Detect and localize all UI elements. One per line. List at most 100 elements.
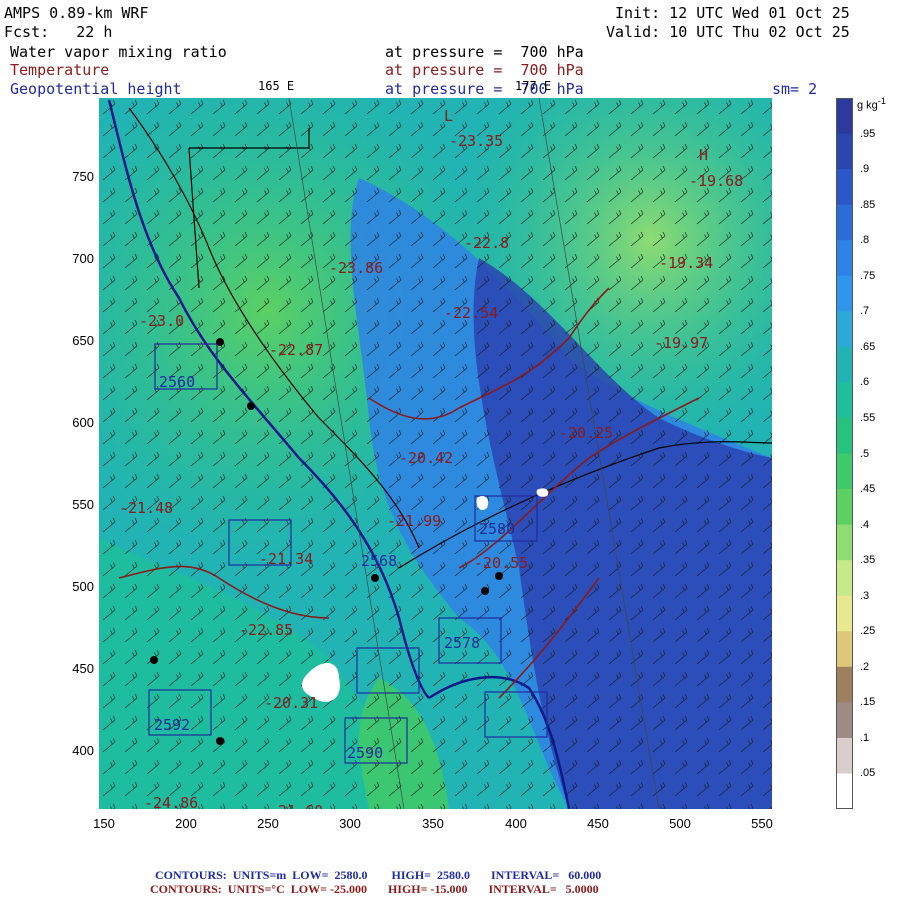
x-tick-label: 450	[587, 816, 609, 831]
y-tick-label: 650	[72, 333, 94, 348]
map-contour-label: -21.99	[387, 512, 441, 530]
map-contour-label: -19.34	[659, 254, 713, 272]
colorbar-segment	[836, 382, 853, 419]
colorbar-segment	[836, 133, 853, 170]
map-contour-label: -23.35	[449, 132, 503, 150]
colorbar-segment	[836, 773, 853, 809]
x-tick-label: 500	[669, 816, 691, 831]
map-contour-label: -22.87	[269, 341, 323, 359]
map-contour-label: -23.0	[139, 312, 184, 330]
colorbar-label: .95	[860, 127, 876, 140]
station-dot	[247, 402, 255, 410]
x-tick-label: 250	[257, 816, 279, 831]
colorbar-segment	[836, 631, 853, 668]
map-contour-label: -22.8	[464, 234, 509, 252]
colorbar-label: .35	[860, 554, 876, 567]
lon-label-177: 177 E	[515, 79, 552, 93]
colorbar-segment	[836, 453, 853, 490]
map-contour-label: 2568	[361, 552, 397, 570]
forecast-hour: Fcst: 22 h	[4, 23, 113, 41]
smoothing-label: sm= 2	[772, 80, 818, 98]
map-contour-label: 2592	[154, 716, 190, 734]
field-temperature-name: Temperature	[10, 61, 110, 79]
map-contour-label: -21.34	[259, 550, 313, 568]
map-contour-label: -19.68	[689, 172, 743, 190]
colorbar-label: .55	[860, 411, 876, 424]
colorbar-segment	[836, 169, 853, 206]
map-contour-label: 2560	[159, 373, 195, 391]
colorbar-segment	[836, 417, 853, 454]
footer-temperature-contours: CONTOURS: UNITS=°C LOW= -25.000 HIGH= -1…	[150, 882, 599, 896]
map-contour-label: -20.42	[399, 449, 453, 467]
field-height-pressure: at pressure = 700 hPa	[385, 80, 584, 98]
y-tick-label: 550	[72, 497, 94, 512]
map-contour-label: 2580	[479, 520, 515, 538]
colorbar-label: .7	[860, 305, 870, 318]
footer-height-contours: CONTOURS: UNITS=m LOW= 2580.0 HIGH= 2580…	[155, 868, 602, 882]
colorbar-label: .3	[860, 589, 870, 602]
colorbar-label: .15	[860, 696, 876, 709]
station-dot	[495, 572, 503, 580]
nodata-patch-2	[476, 496, 489, 510]
map-contour-label: 2590	[347, 744, 383, 762]
map-contour-label: L	[444, 107, 453, 125]
colorbar-segment	[836, 560, 853, 597]
map-contour-label: -22.85	[239, 621, 293, 639]
map-contour-label: H	[699, 146, 708, 164]
station-dot	[150, 656, 158, 664]
x-tick-label: 350	[422, 816, 444, 831]
colorbar-segment	[836, 489, 853, 526]
station-dot	[371, 574, 379, 582]
colorbar	[836, 98, 853, 809]
colorbar-label: .1	[860, 731, 870, 744]
y-tick-label: 450	[72, 661, 94, 676]
colorbar-segment	[836, 666, 853, 703]
y-tick-label: 600	[72, 415, 94, 430]
field-moisture-pressure: at pressure = 700 hPa	[385, 43, 584, 61]
station-dot	[216, 737, 224, 745]
colorbar-label: .6	[860, 376, 870, 389]
map-contour-label: -20.25	[559, 424, 613, 442]
colorbar-label: .65	[860, 340, 876, 353]
valid-time: Valid: 10 UTC Thu 02 Oct 25	[606, 23, 850, 41]
colorbar-segment	[836, 595, 853, 632]
map-contour-label: -21.60	[269, 802, 323, 809]
colorbar-label: .75	[860, 269, 876, 282]
field-height-name: Geopotential height	[10, 80, 182, 98]
colorbar-label: .05	[860, 767, 876, 780]
colorbar-label: .9	[860, 163, 870, 176]
map-contour-label: -24.86	[144, 794, 198, 809]
x-tick-label: 300	[339, 816, 361, 831]
map-contour-label: -20.31	[264, 694, 318, 712]
map-contour-label: -20.55	[474, 554, 528, 572]
x-tick-label: 150	[93, 816, 115, 831]
colorbar-segment	[836, 275, 853, 312]
y-tick-label: 500	[72, 579, 94, 594]
y-tick-label: 700	[72, 251, 94, 266]
colorbar-segment	[836, 737, 853, 774]
station-dot	[216, 338, 224, 346]
colorbar-units-text: g kg	[857, 99, 878, 112]
colorbar-label: .8	[860, 234, 870, 247]
colorbar-label: .45	[860, 483, 876, 496]
colorbar-label: .85	[860, 198, 876, 211]
colorbar-segment	[836, 98, 853, 135]
map-contour-label: -19.97	[654, 334, 708, 352]
map-contour-label: -22.54	[444, 304, 498, 322]
station-dot	[481, 587, 489, 595]
colorbar-segment	[836, 204, 853, 241]
init-time: Init: 12 UTC Wed 01 Oct 25	[615, 4, 850, 22]
colorbar-label: .25	[860, 625, 876, 638]
model-title: AMPS 0.89-km WRF	[4, 4, 149, 22]
colorbar-label: .2	[860, 660, 870, 673]
y-tick-label: 400	[72, 743, 94, 758]
x-tick-label: 200	[175, 816, 197, 831]
colorbar-segment	[836, 346, 853, 383]
y-tick-label: 750	[72, 169, 94, 184]
colorbar-segment	[836, 311, 853, 348]
map-contour-label: -21.48	[119, 499, 173, 517]
lon-label-165: 165 E	[258, 79, 295, 93]
map-contour-label: -23.86	[329, 259, 383, 277]
x-tick-label: 550	[751, 816, 773, 831]
x-tick-label: 400	[505, 816, 527, 831]
